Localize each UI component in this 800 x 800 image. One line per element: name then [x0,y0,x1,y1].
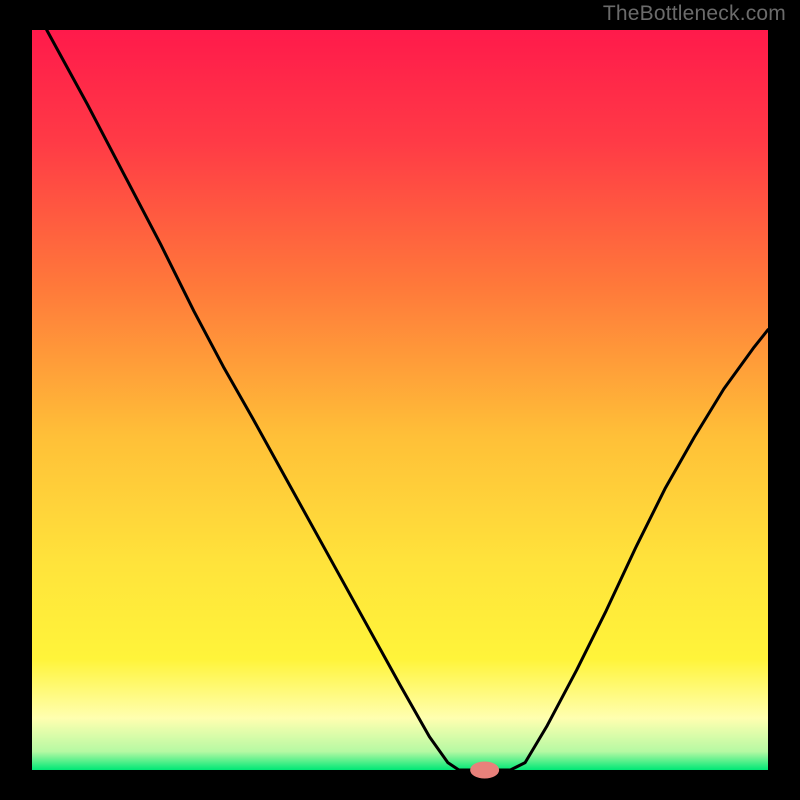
optimum-marker [471,762,499,778]
chart-plot-area [32,30,768,770]
chart-container: TheBottleneck.com [0,0,800,800]
bottleneck-chart [0,0,800,800]
watermark-label: TheBottleneck.com [603,2,786,26]
